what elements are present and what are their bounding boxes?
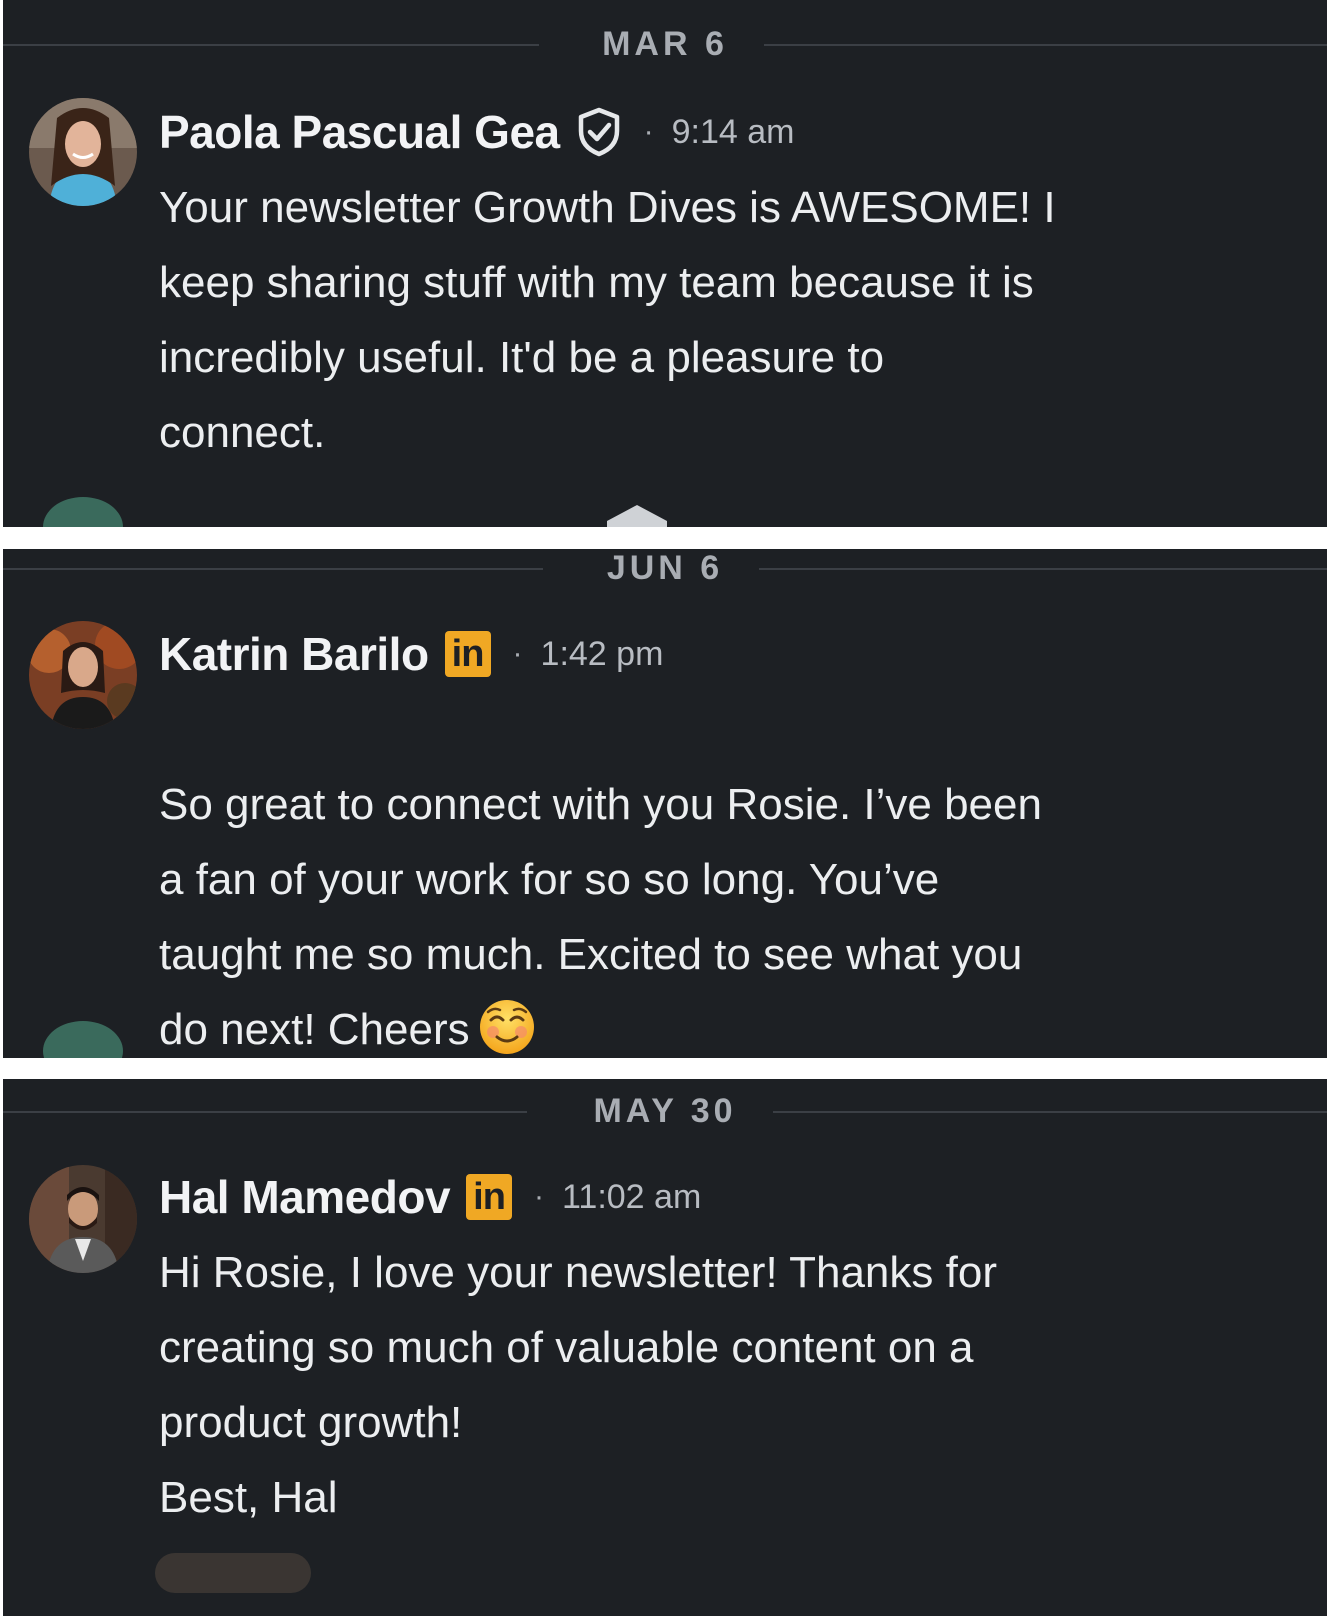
- message-text: Hi Rosie, I love your newsletter! Thanks…: [159, 1248, 997, 1522]
- message-time: 1:42 pm: [540, 634, 664, 673]
- sender-name[interactable]: Katrin Barilo: [159, 627, 429, 681]
- linkedin-icon: in: [466, 1174, 513, 1220]
- message-panel: MAR 6 Paola Pascual Gea · 9:14 am Your n…: [3, 0, 1327, 527]
- message-time: 9:14 am: [671, 112, 795, 151]
- message-header: Paola Pascual Gea · 9:14 am: [159, 104, 795, 160]
- message-time: 11:02 am: [562, 1177, 702, 1216]
- sender-name[interactable]: Hal Mamedov: [159, 1170, 451, 1224]
- date-divider: MAR 6: [3, 24, 1327, 64]
- date-label: MAY 30: [557, 1092, 773, 1130]
- linkedin-icon: in: [444, 631, 491, 677]
- smiling-face-emoji: [478, 998, 536, 1058]
- date-label: MAR 6: [566, 25, 764, 63]
- message-text: Your newsletter Growth Dives is AWESOME!…: [159, 183, 1056, 457]
- separator-dot: ·: [643, 115, 654, 148]
- sender-name[interactable]: Paola Pascual Gea: [159, 105, 560, 159]
- separator-dot: ·: [534, 1180, 545, 1213]
- message-panel: MAY 30 Hal Mamedov in · 11:02 am Hi Rosi…: [3, 1079, 1327, 1616]
- message-header: Hal Mamedov in · 11:02 am: [159, 1169, 701, 1225]
- message-header: Katrin Barilo in · 1:42 pm: [159, 626, 663, 682]
- message-text: So great to connect with you Rosie. I’ve…: [159, 780, 1042, 1054]
- date-divider: JUN 6: [3, 549, 1327, 588]
- avatar[interactable]: [29, 1165, 137, 1273]
- message-panel: JUN 6 Katrin Barilo in · 1:42 pm So grea…: [3, 549, 1327, 1058]
- verified-shield-icon: [576, 107, 622, 157]
- next-avatar-peek: [43, 1021, 123, 1058]
- date-label: JUN 6: [570, 549, 760, 587]
- avatar[interactable]: [29, 98, 137, 206]
- reaction-chip-peek: [155, 1553, 311, 1593]
- separator-dot: ·: [512, 637, 523, 670]
- avatar[interactable]: [29, 621, 137, 729]
- next-avatar-peek: [43, 497, 123, 527]
- date-divider: MAY 30: [3, 1091, 1327, 1131]
- next-badge-peek: [607, 505, 667, 527]
